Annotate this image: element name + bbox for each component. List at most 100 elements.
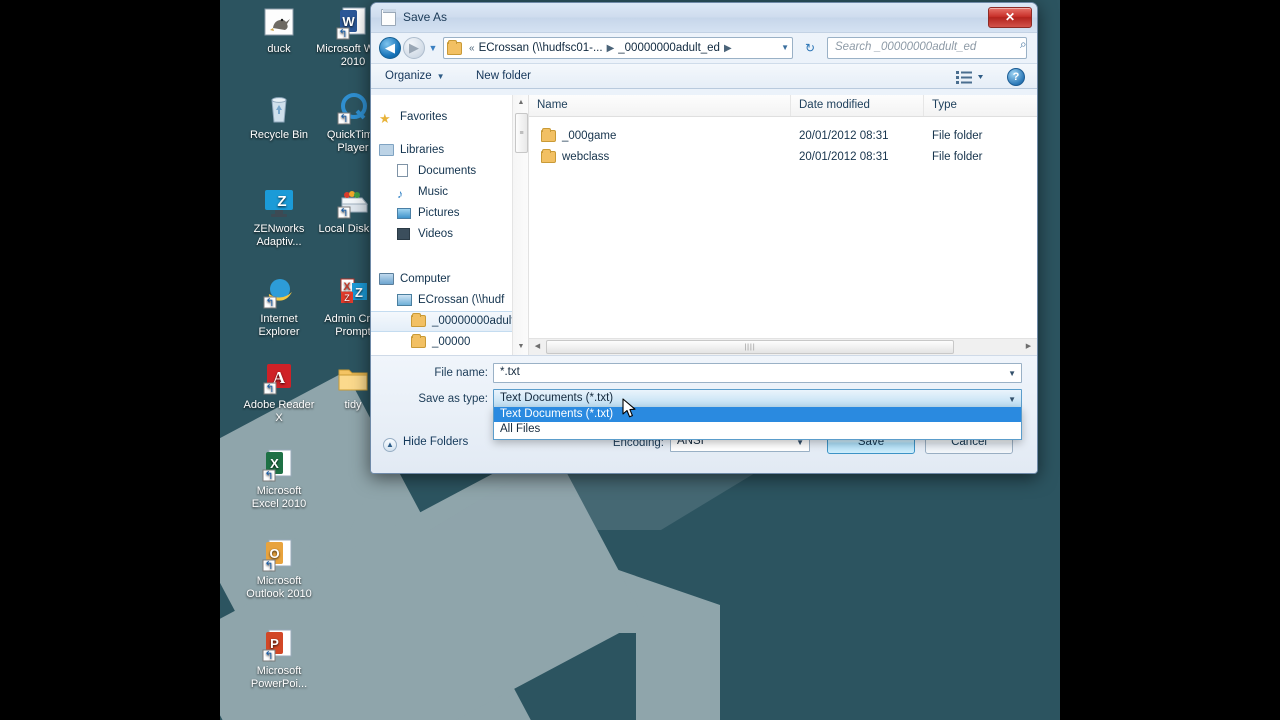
column-header-name[interactable]: Name xyxy=(529,95,791,116)
nav-item-libraries[interactable]: Libraries xyxy=(371,140,528,161)
breadcrumb-prefix: « xyxy=(469,42,475,54)
svg-text:↰: ↰ xyxy=(339,113,348,125)
svg-text:O: O xyxy=(269,546,279,561)
svg-text:W: W xyxy=(342,14,355,29)
refresh-button[interactable]: ↻ xyxy=(799,37,821,59)
svg-text:↰: ↰ xyxy=(265,297,274,309)
desktop-icon-duck[interactable]: duck xyxy=(242,6,316,56)
desktop-icon-label: Microsoft Excel 2010 xyxy=(251,485,307,510)
picture-icon xyxy=(397,206,414,220)
file-name: _000game xyxy=(562,129,617,142)
dropdown-option-text-documents[interactable]: Text Documents (*.txt) xyxy=(494,407,1021,422)
nav-item-music[interactable]: ♪ Music xyxy=(371,182,528,203)
scroll-up-arrow-icon[interactable]: ▲ xyxy=(513,95,528,111)
file-date-modified: 20/01/2012 08:31 xyxy=(799,150,889,163)
nav-item-label: ECrossan (\\hudf xyxy=(418,294,505,306)
duck-image-icon xyxy=(262,6,296,40)
folder-icon xyxy=(411,334,428,349)
forward-button[interactable]: ▶ xyxy=(403,37,425,59)
nav-item-label: Music xyxy=(418,186,449,198)
nav-item-00000000adult[interactable]: _00000000adult xyxy=(371,311,528,332)
desktop-icon-label: Microsoft Outlook 2010 xyxy=(246,575,312,600)
music-note-icon: ♪ xyxy=(397,187,403,201)
nav-item-00000[interactable]: _00000 xyxy=(371,332,528,353)
title-bar[interactable]: Save As ✕ xyxy=(371,3,1037,33)
breadcrumb-separator-end: ▶ xyxy=(723,42,732,54)
recent-locations-button[interactable]: ▼ xyxy=(427,43,439,55)
view-list-icon[interactable] xyxy=(955,68,989,86)
svg-text:Z: Z xyxy=(344,293,350,303)
document-icon xyxy=(397,164,414,178)
folder-icon xyxy=(447,39,462,55)
dialog-title: Save As xyxy=(403,10,448,24)
table-row[interactable]: webclass 20/01/2012 08:31 File folder xyxy=(529,146,1037,167)
desktop-icon-internet-explorer[interactable]: ↰ Internet Explorer xyxy=(242,276,316,338)
navigation-pane-scrollbar[interactable]: ▲ ≡ ▼ xyxy=(512,95,528,355)
address-breadcrumb-bar[interactable]: « ECrossan (\\hudfsc01-... ▶ _00000000ad… xyxy=(443,37,793,59)
organize-label: Organize xyxy=(385,70,432,82)
hide-folders-button[interactable]: ▲ Hide Folders xyxy=(383,436,469,452)
desktop-icon-adobe-reader-x[interactable]: A ↰ Adobe Reader X xyxy=(242,362,316,424)
excel-icon: X ↰ xyxy=(262,448,296,482)
save-as-type-dropdown-list[interactable]: Text Documents (*.txt) All Files xyxy=(493,407,1022,440)
desktop-icon-label: duck xyxy=(267,43,291,55)
zenworks-icon: Z xyxy=(262,186,296,220)
desktop-icon-microsoft-excel-2010[interactable]: X ↰ Microsoft Excel 2010 xyxy=(242,448,316,510)
local-disk-icon: ↰ xyxy=(336,186,370,220)
column-header-date-modified[interactable]: Date modified xyxy=(791,95,924,116)
organize-button[interactable]: Organize ▼ xyxy=(385,70,445,82)
file-name-value: *.txt xyxy=(500,366,520,378)
scrollbar-thumb[interactable]: ≡ xyxy=(515,113,528,153)
folder-icon xyxy=(541,148,556,163)
adobe-reader-icon: A ↰ xyxy=(262,362,296,396)
file-list-horizontal-scrollbar[interactable]: ◀ |||| ▶ xyxy=(529,338,1037,355)
nav-item-label: Libraries xyxy=(400,144,445,156)
chevron-down-icon: ▼ xyxy=(436,72,445,81)
column-header-type[interactable]: Type xyxy=(924,95,1024,116)
nav-item-label: Pictures xyxy=(418,207,460,219)
dropdown-option-all-files[interactable]: All Files xyxy=(494,422,1021,437)
nav-item-ecrossan-drive[interactable]: ECrossan (\\hudf xyxy=(371,290,528,311)
network-drive-icon xyxy=(397,293,414,307)
scroll-right-arrow-icon[interactable]: ▶ xyxy=(1020,339,1037,355)
chevron-down-icon[interactable]: ▼ xyxy=(781,43,789,52)
scroll-left-arrow-icon[interactable]: ◀ xyxy=(529,339,546,355)
desktop-icon-microsoft-outlook-2010[interactable]: O ↰ Microsoft Outlook 2010 xyxy=(242,538,316,600)
desktop-icon-label: Internet Explorer xyxy=(258,313,300,338)
scrollbar-thumb[interactable]: |||| xyxy=(546,340,954,354)
file-name-input[interactable]: *.txt ▼ xyxy=(493,363,1022,383)
desktop-icon-microsoft-powerpoint[interactable]: P ↰ Microsoft PowerPoi... xyxy=(242,628,316,690)
nav-item-videos[interactable]: Videos xyxy=(371,224,528,245)
file-list-pane[interactable]: Name Date modified Type _000game 20/01/2… xyxy=(529,95,1037,355)
hide-folders-label: Hide Folders xyxy=(403,436,469,448)
breadcrumb-item-0[interactable]: ECrossan (\\hudfsc01-... xyxy=(479,42,603,54)
save-as-type-label: Save as type: xyxy=(418,393,488,405)
nav-item-favorites[interactable]: ★ Favorites xyxy=(371,107,528,128)
help-button[interactable]: ? xyxy=(1007,68,1025,86)
folder-icon xyxy=(411,313,428,329)
navigation-pane[interactable]: ★ Favorites Libraries Documents ♪ Music Pi… xyxy=(371,95,529,355)
table-row[interactable]: _000game 20/01/2012 08:31 File folder xyxy=(529,125,1037,146)
close-button[interactable]: ✕ xyxy=(988,7,1032,28)
search-icon: ⌕ xyxy=(1020,37,1027,51)
nav-item-pictures[interactable]: Pictures xyxy=(371,203,528,224)
scroll-down-arrow-icon[interactable]: ▼ xyxy=(513,339,528,355)
back-button[interactable]: ◀ xyxy=(379,37,401,59)
file-date-modified: 20/01/2012 08:31 xyxy=(799,129,889,142)
chevron-down-icon[interactable]: ▼ xyxy=(1008,369,1016,378)
search-input[interactable]: Search _00000000adult_ed xyxy=(827,37,1027,59)
chevron-down-icon[interactable]: ▼ xyxy=(1008,395,1016,404)
libraries-icon xyxy=(379,143,396,157)
computer-icon xyxy=(379,272,396,286)
desktop-icon-zenworks[interactable]: Z ZENworks Adaptiv... xyxy=(242,186,316,248)
nav-item-computer[interactable]: Computer xyxy=(371,269,528,290)
new-folder-button[interactable]: New folder xyxy=(476,70,531,82)
save-as-type-combobox[interactable]: Text Documents (*.txt) ▼ xyxy=(493,389,1022,409)
svg-text:X: X xyxy=(343,281,351,293)
svg-text:↰: ↰ xyxy=(264,470,273,482)
desktop-icon-recycle-bin[interactable]: Recycle Bin xyxy=(242,92,316,142)
desktop-icon-label: Adobe Reader X xyxy=(243,399,315,424)
svg-text:Z: Z xyxy=(277,193,286,210)
breadcrumb-item-1[interactable]: _00000000adult_ed xyxy=(618,42,720,54)
nav-item-documents[interactable]: Documents xyxy=(371,161,528,182)
